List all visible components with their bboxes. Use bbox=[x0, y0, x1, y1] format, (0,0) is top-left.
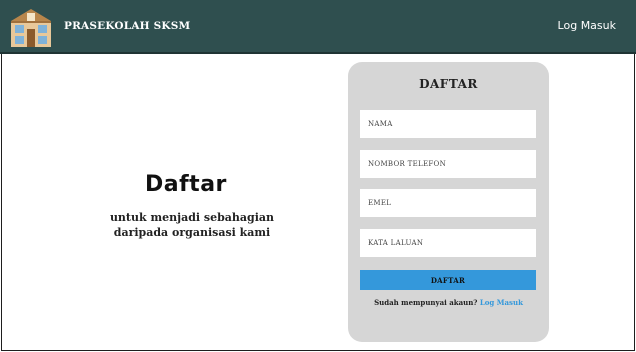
register-button[interactable]: DAFTAR bbox=[360, 270, 536, 290]
page-headline: Daftar bbox=[145, 172, 227, 197]
phone-field[interactable] bbox=[360, 150, 536, 178]
login-prompt: Sudah mempunyai akaun? Log Masuk bbox=[348, 298, 549, 307]
page-subtitle: untuk menjadi sebahagian daripada organi… bbox=[109, 211, 275, 239]
form-title: DAFTAR bbox=[419, 77, 478, 91]
navbar: PRASEKOLAH SKSM Log Masuk bbox=[0, 0, 636, 54]
email-field[interactable] bbox=[360, 189, 536, 217]
form-login-link[interactable]: Log Masuk bbox=[480, 298, 523, 307]
name-field[interactable] bbox=[360, 110, 536, 138]
password-field[interactable] bbox=[360, 229, 536, 257]
register-card: DAFTAR DAFTAR Sudah mempunyai akaun? Log… bbox=[348, 62, 549, 342]
school-building-icon[interactable] bbox=[11, 7, 51, 47]
brand-name: PRASEKOLAH SKSM bbox=[64, 20, 191, 32]
login-link[interactable]: Log Masuk bbox=[558, 19, 616, 32]
login-prompt-text: Sudah mempunyai akaun? bbox=[374, 298, 478, 307]
